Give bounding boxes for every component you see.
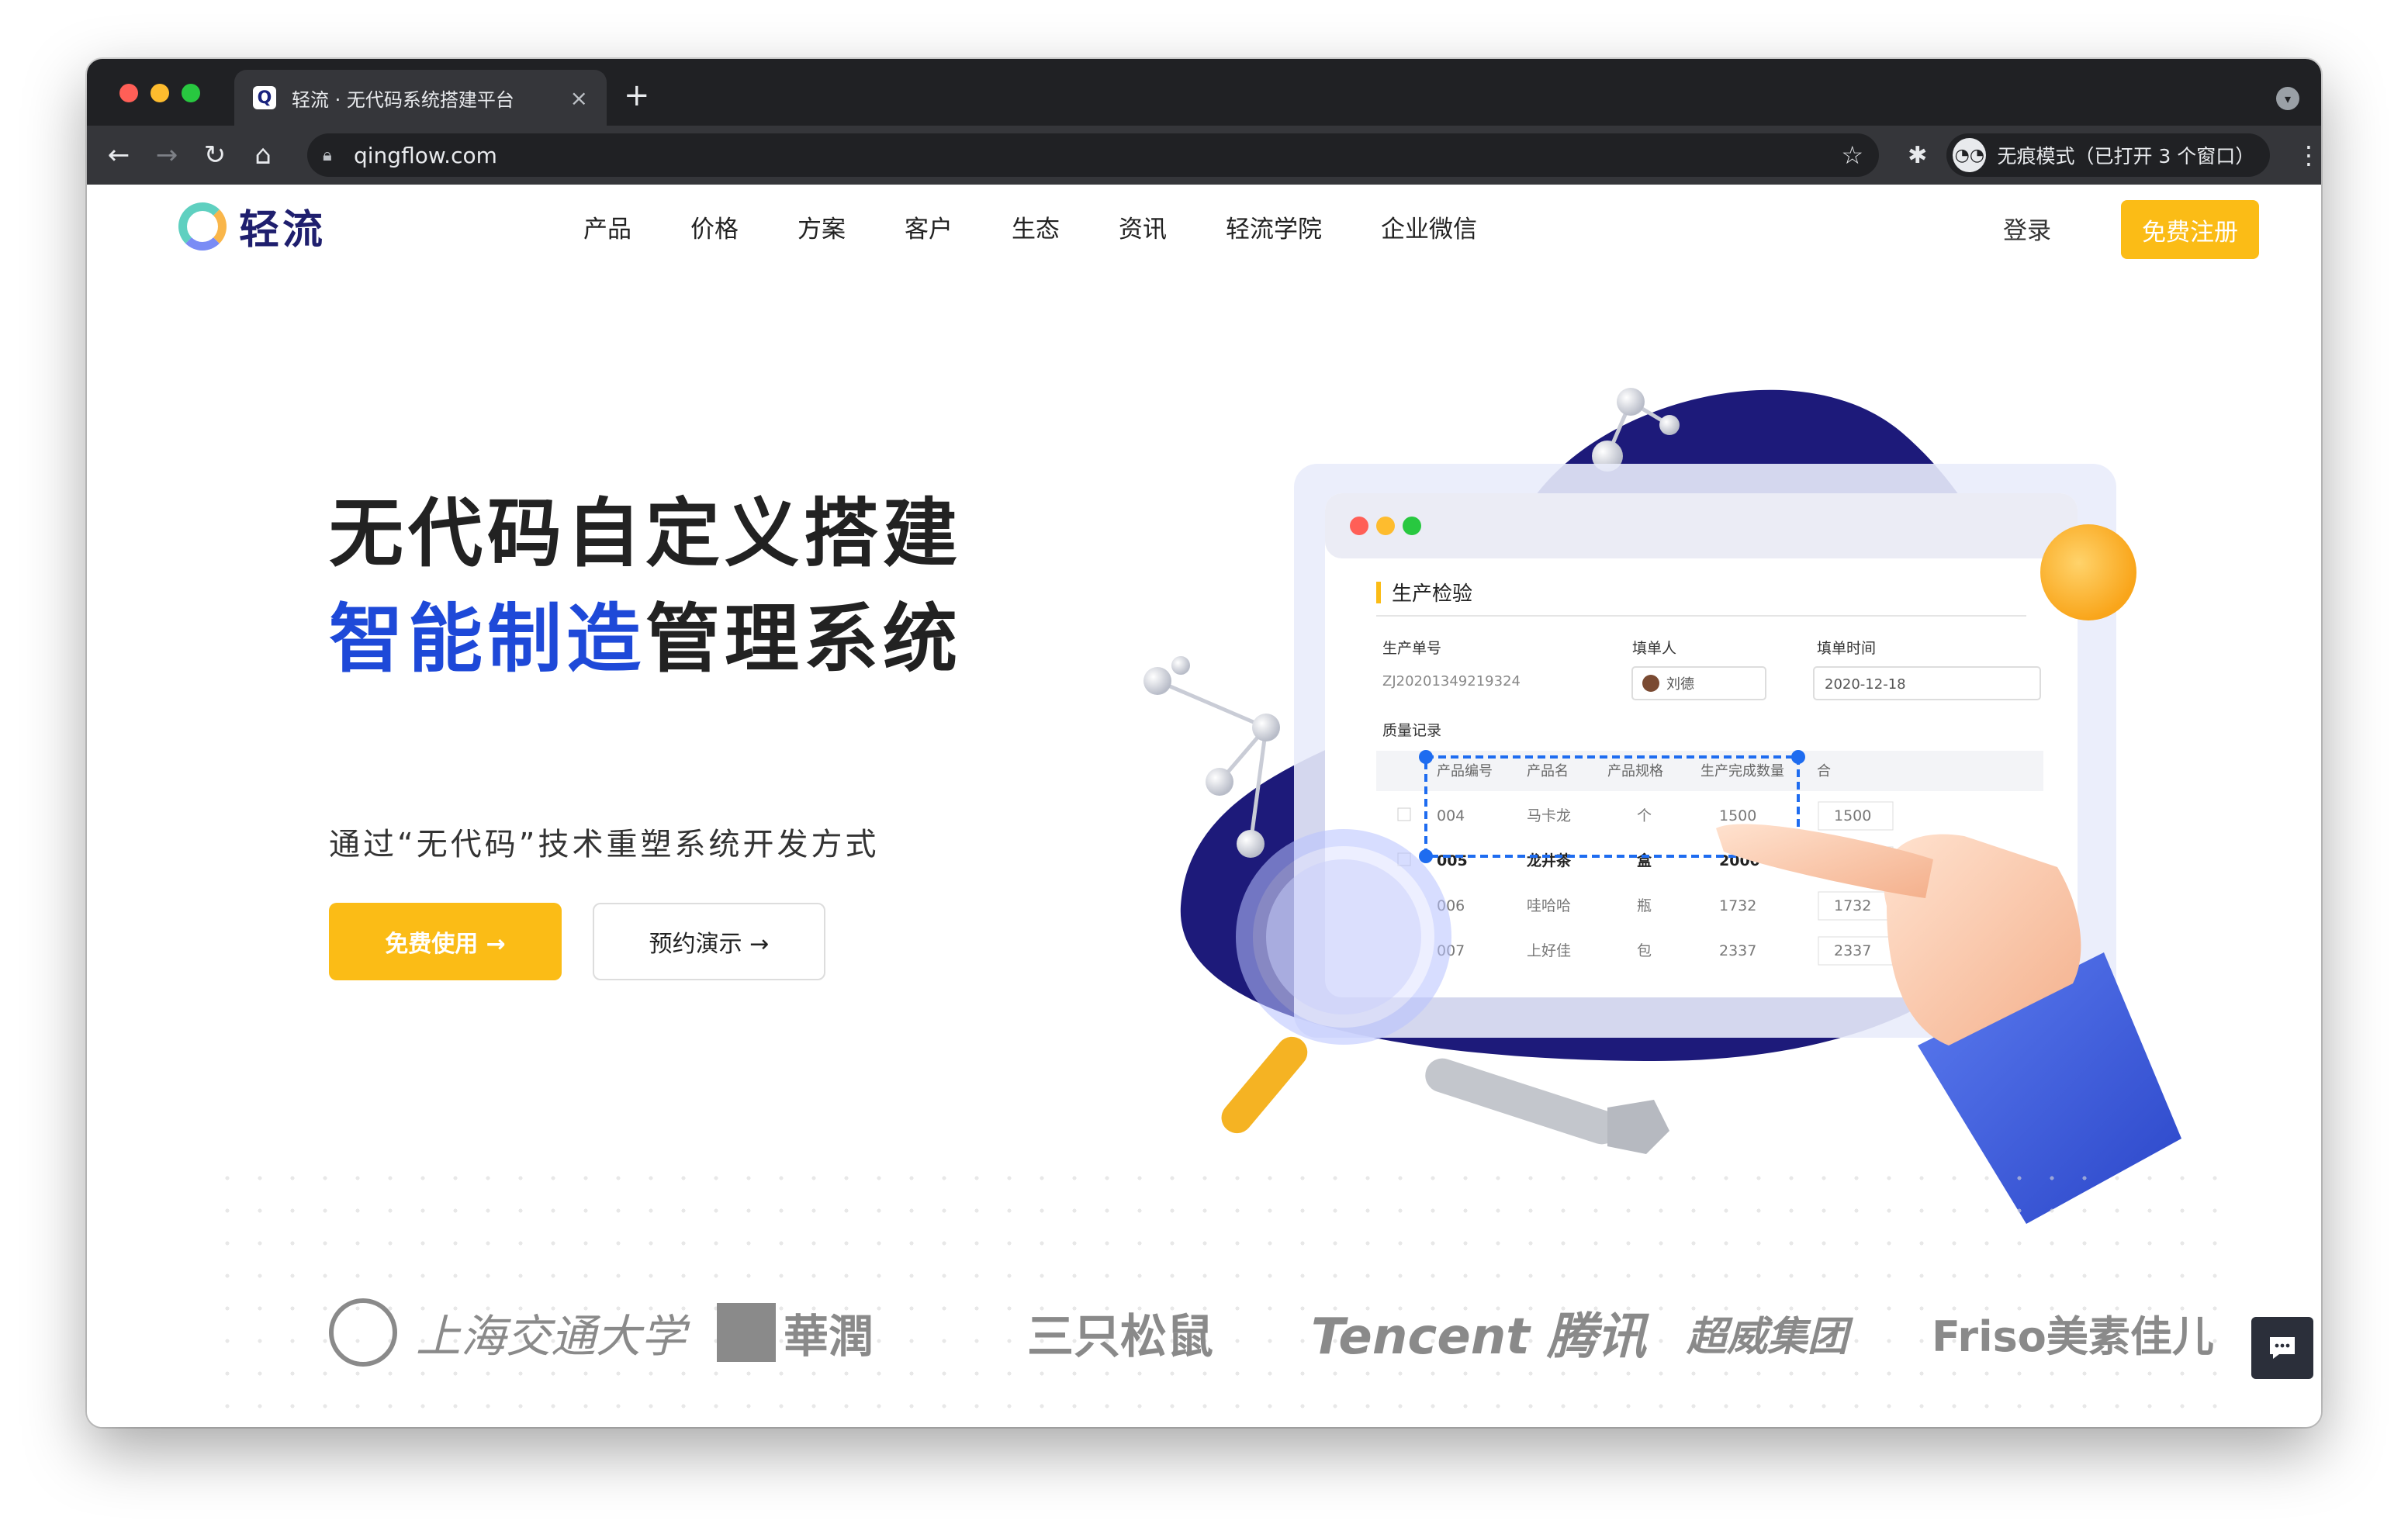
cell: 个 <box>1637 807 1652 824</box>
form-title: 生产检验 <box>1392 582 1472 606</box>
cell: 包 <box>1637 942 1652 959</box>
cell: 盒 <box>1636 852 1652 869</box>
cell: 龙井茶 <box>1527 852 1572 869</box>
col-header: 合 <box>1817 763 1831 779</box>
url-text[interactable]: qingflow.com <box>354 143 1841 168</box>
tab-strip: Q 轻流 · 无代码系统搭建平台 × + ▾ <box>87 59 2321 126</box>
nav-item-wecom[interactable]: 企业微信 <box>1381 209 1477 244</box>
cell: 2337 <box>1719 942 1756 959</box>
close-window-button[interactable] <box>119 84 138 102</box>
nav-item-ecosystem[interactable]: 生态 <box>1012 209 1060 244</box>
browser-window: Q 轻流 · 无代码系统搭建平台 × + ▾ ← → ↻ ⌂ 🔒︎ qingfl… <box>87 59 2321 1427</box>
col-header: 产品编号 <box>1437 763 1493 779</box>
field-value-filler: 刘德 <box>1666 676 1694 693</box>
field-label-filler: 填单人 <box>1632 640 1676 657</box>
cell: 2337 <box>1834 942 1871 959</box>
partner-logo-chaowei: 超威集团 <box>1687 1313 1849 1360</box>
cell: 1500 <box>1834 807 1871 824</box>
tab-search-icon[interactable]: ▾ <box>2276 87 2299 110</box>
tab-title: 轻流 · 无代码系统搭建平台 <box>292 88 514 111</box>
hero-title-line2: 智能制造管理系统 <box>329 579 962 686</box>
zoom-window-button[interactable] <box>182 84 200 102</box>
nav-item-pricing[interactable]: 价格 <box>690 209 739 244</box>
hero-title-rest: 管理系统 <box>645 596 962 683</box>
partner-logo-tencent: Tencent 腾讯 <box>1311 1308 1647 1366</box>
hero-subtitle: 通过“无代码”技术重塑系统开发方式 <box>329 827 880 862</box>
nav-item-academy[interactable]: 轻流学院 <box>1226 209 1322 244</box>
tab-favicon: Q <box>253 86 276 109</box>
chat-widget-button[interactable] <box>2251 1317 2313 1379</box>
field-label-order-no: 生产单号 <box>1382 640 1441 657</box>
site-logo[interactable]: 轻流 <box>178 197 326 255</box>
address-bar[interactable]: 🔒︎ qingflow.com ☆ <box>307 133 1879 177</box>
field-value-order-no: ZJ20201349219324 <box>1382 673 1521 689</box>
chat-bubble-icon <box>2270 1337 2295 1359</box>
incognito-label: 无痕模式（已打开 3 个窗口） <box>1997 145 2255 168</box>
decorative-orb <box>2040 524 2136 620</box>
home-icon[interactable]: ⌂ <box>247 139 279 171</box>
browser-tab[interactable]: Q 轻流 · 无代码系统搭建平台 × <box>234 70 607 126</box>
partner-logos: 上海交通大学 華潤 三只松鼠 Tencent 腾讯 超威集团 Friso美素佳儿 <box>329 1286 2214 1379</box>
cell: 004 <box>1437 807 1465 824</box>
main-nav: 产品 价格 方案 客户 生态 资讯 轻流学院 企业微信 <box>583 209 1536 244</box>
cell: 1732 <box>1719 897 1756 914</box>
cell: 1500 <box>1719 807 1756 824</box>
minimize-window-button[interactable] <box>150 84 169 102</box>
cell: 上好佳 <box>1527 942 1571 959</box>
window-controls <box>119 84 200 102</box>
free-use-button[interactable]: 免费使用 → <box>329 903 562 980</box>
nav-item-customers[interactable]: 客户 <box>905 209 953 244</box>
wrench-icon <box>1425 1058 1669 1154</box>
book-demo-button[interactable]: 预约演示 → <box>593 903 825 980</box>
nav-item-product[interactable]: 产品 <box>583 209 631 244</box>
reload-icon[interactable]: ↻ <box>199 139 231 171</box>
col-header: 生产完成数量 <box>1700 763 1784 779</box>
extensions-puzzle-icon[interactable]: ✱ <box>1902 142 1932 169</box>
login-link[interactable]: 登录 <box>2003 211 2051 246</box>
col-header: 产品名 <box>1527 763 1569 779</box>
partner-logo-friso: Friso美素佳儿 <box>1932 1312 2214 1361</box>
nav-item-solutions[interactable]: 方案 <box>797 209 846 244</box>
page-content: 轻流 产品 价格 方案 客户 生态 资讯 轻流学院 企业微信 登录 免费注册 无… <box>87 185 2321 1427</box>
partner-logo-three-squirrels: 三只松鼠 <box>1027 1309 1213 1364</box>
hero-highlight: 智能制造 <box>329 596 645 683</box>
new-tab-button[interactable]: + <box>624 76 650 115</box>
lock-icon[interactable]: 🔒︎ <box>323 146 341 165</box>
browser-toolbar: ← → ↻ ⌂ 🔒︎ qingflow.com ☆ ✱ ◔◔ 无痕模式（已打开 … <box>87 126 2321 185</box>
cell: 瓶 <box>1637 897 1652 914</box>
crc-mark-icon <box>717 1303 776 1362</box>
cell: 马卡龙 <box>1527 807 1571 824</box>
logo-text: 轻流 <box>239 207 327 254</box>
partner-logo-crc: 華潤 <box>717 1286 874 1379</box>
section-label: 质量记录 <box>1382 722 1441 739</box>
incognito-icon: ◔◔ <box>1953 138 1987 172</box>
cell: 哇哈哈 <box>1527 897 1571 914</box>
hero-title-line1: 无代码自定义搭建 <box>329 490 962 577</box>
site-header: 轻流 产品 价格 方案 客户 生态 资讯 轻流学院 企业微信 登录 免费注册 <box>87 185 2321 262</box>
hero-illustration: 生产检验 生产单号 ZJ20201349219324 填单人 刘德 填单时间 2… <box>1143 388 2181 1224</box>
forward-icon[interactable]: → <box>150 139 183 171</box>
field-label-date: 填单时间 <box>1817 640 1876 657</box>
logo-q-icon <box>178 202 227 251</box>
partner-logo-sjtu: 上海交通大学 <box>329 1286 686 1379</box>
browser-menu-icon[interactable]: ⋮ <box>2296 140 2321 170</box>
sjtu-seal-icon <box>329 1298 397 1367</box>
nav-item-news[interactable]: 资讯 <box>1119 209 1167 244</box>
signup-button[interactable]: 免费注册 <box>2121 200 2259 259</box>
col-header: 产品规格 <box>1607 763 1663 779</box>
bookmark-star-icon[interactable]: ☆ <box>1841 140 1863 170</box>
field-value-date: 2020-12-18 <box>1825 676 1906 693</box>
cell: 1732 <box>1834 897 1871 914</box>
desktop: Q 轻流 · 无代码系统搭建平台 × + ▾ ← → ↻ ⌂ 🔒︎ qingfl… <box>0 0 2408 1531</box>
back-icon[interactable]: ← <box>102 139 135 171</box>
incognito-indicator[interactable]: ◔◔ 无痕模式（已打开 3 个窗口） <box>1946 133 2270 177</box>
tab-close-icon[interactable]: × <box>570 85 588 111</box>
